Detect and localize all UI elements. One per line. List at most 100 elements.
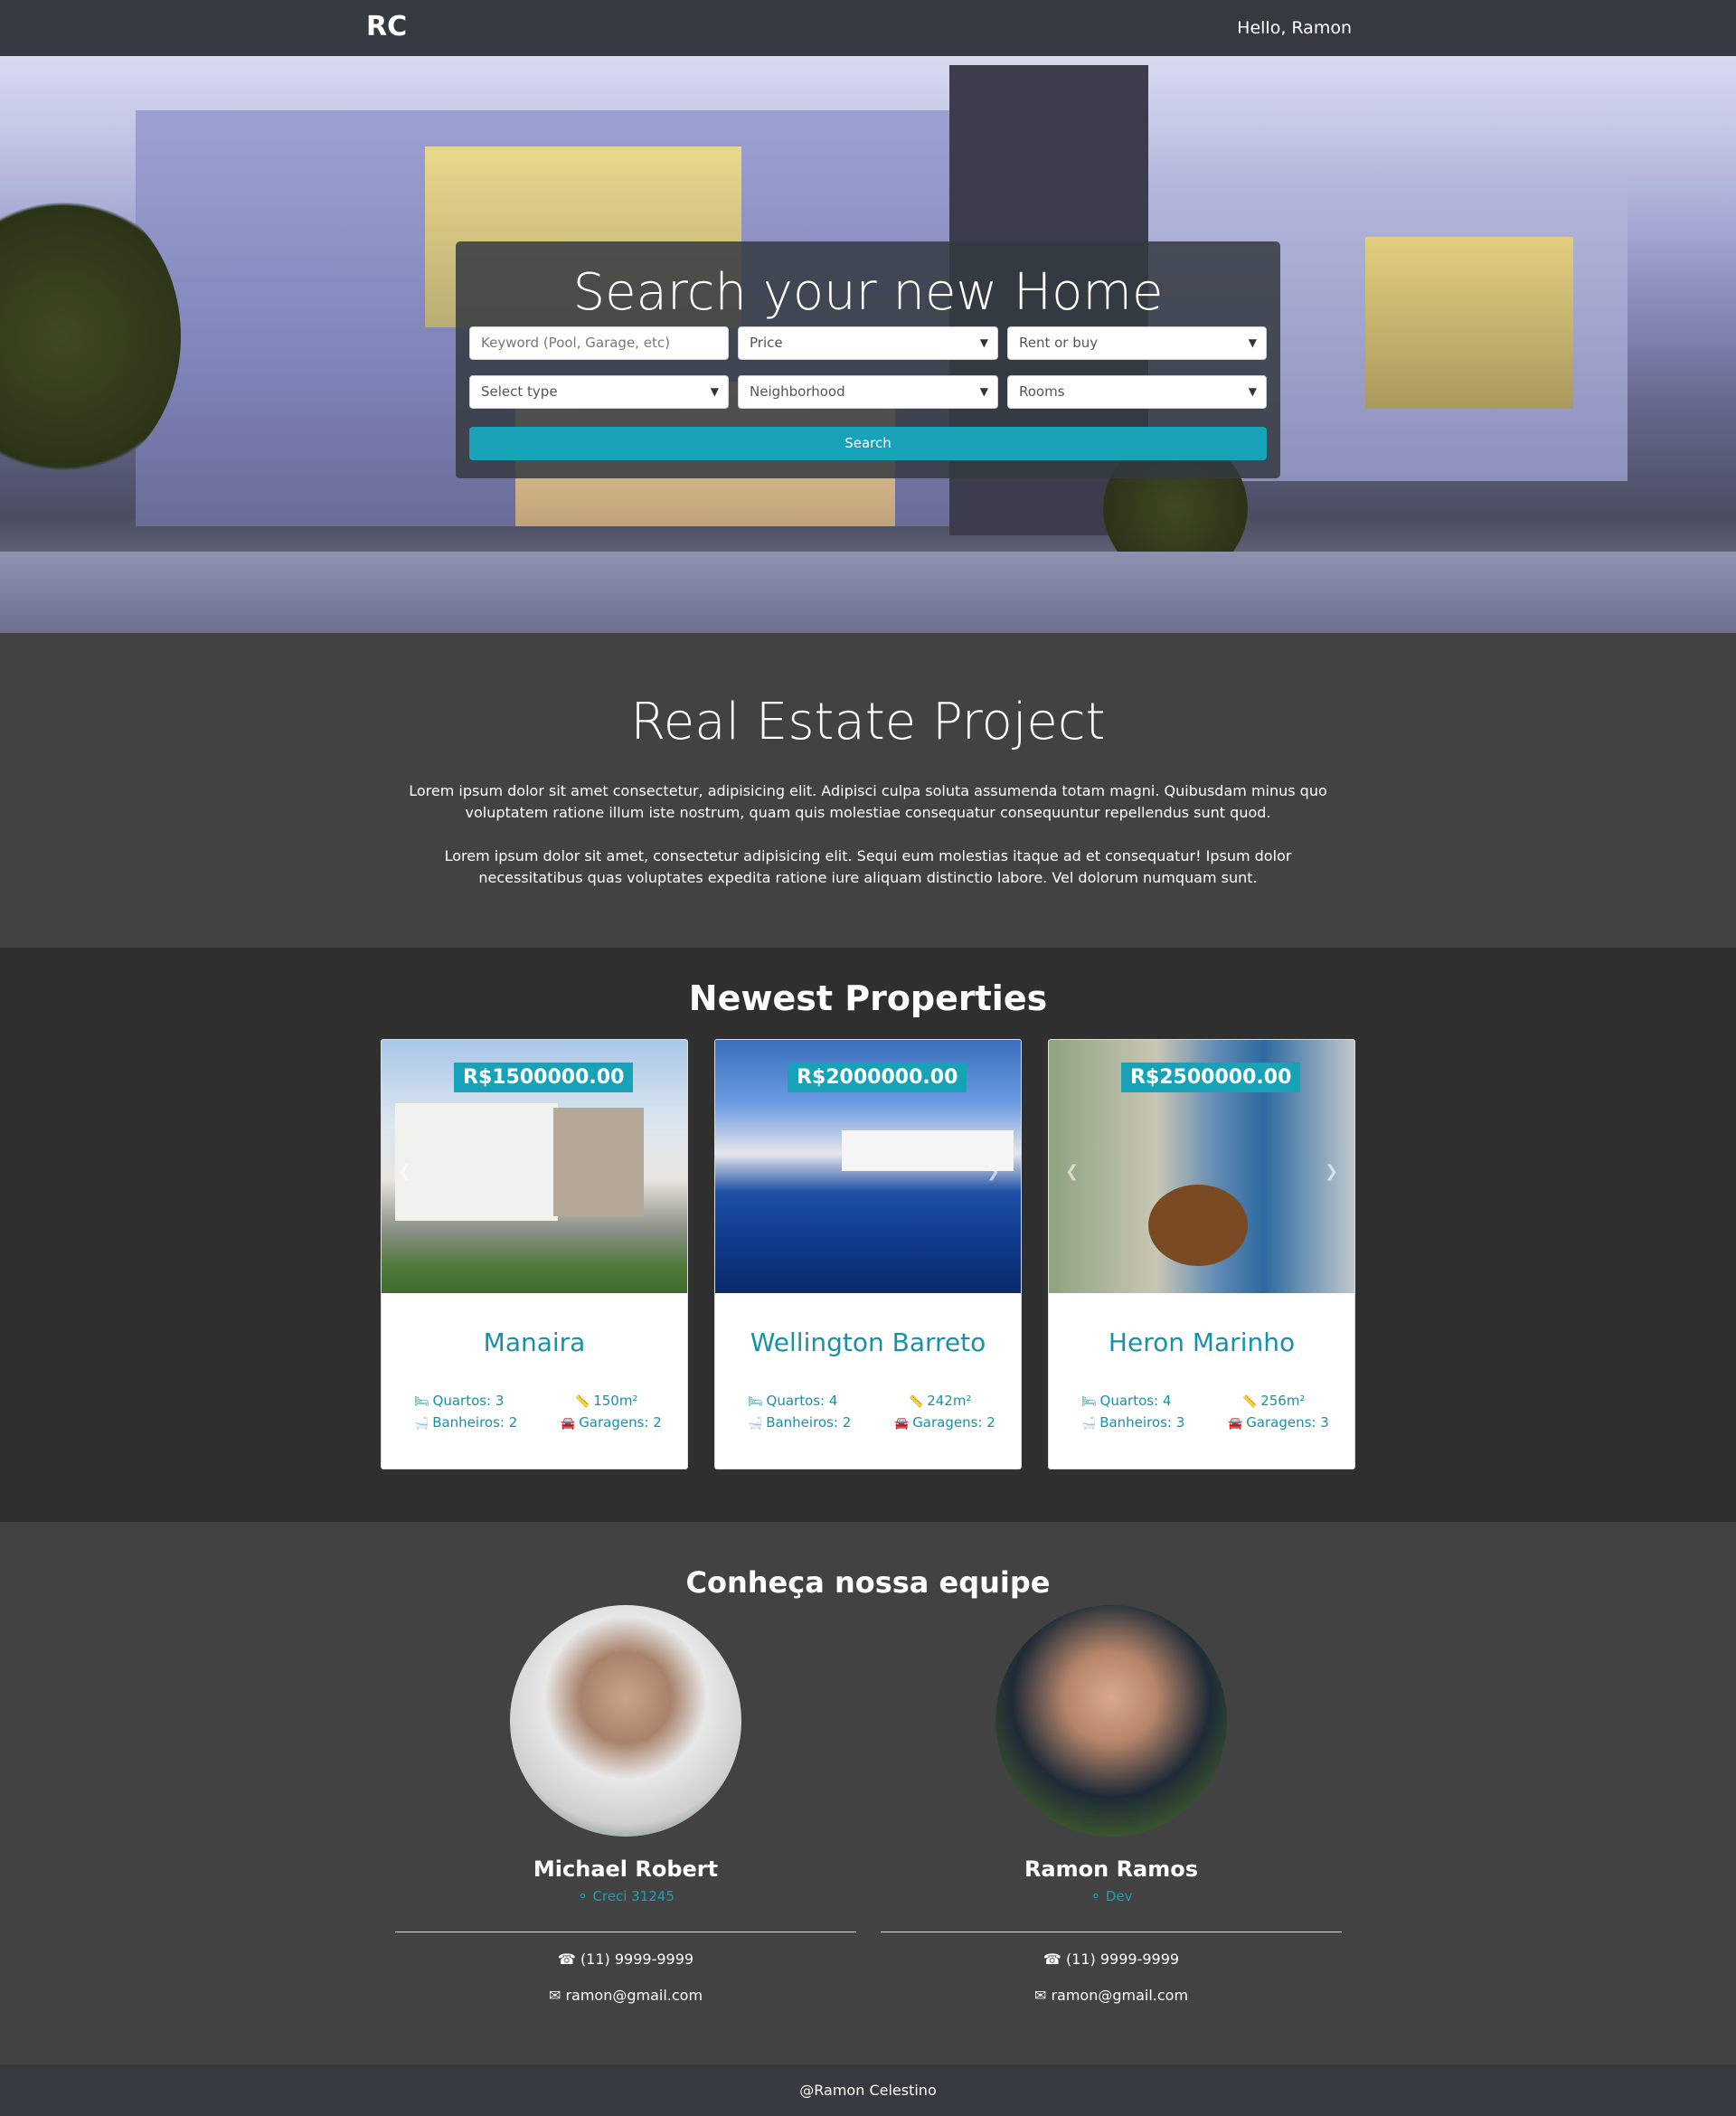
property-baths: 🛁 Banheiros: 3: [1081, 1414, 1184, 1431]
member-role: ⚬ Dev: [881, 1888, 1342, 1904]
footer: @Ramon Celestino: [0, 2064, 1736, 2116]
baths-label: Banheiros: 2: [766, 1414, 852, 1431]
member-email[interactable]: ✉ ramon@gmail.com: [395, 1987, 856, 2004]
house-window: [1365, 237, 1573, 409]
property-area: 📏 242m²: [909, 1393, 971, 1409]
bath-icon: 🛁: [748, 1417, 763, 1431]
member-phone[interactable]: ☎ (11) 9999-9999: [881, 1951, 1342, 1968]
member-role-label: Creci 31245: [592, 1888, 675, 1904]
type-select[interactable]: Select type ▼: [469, 375, 729, 409]
chevron-down-icon: ▼: [979, 336, 988, 349]
area-label: 150m²: [593, 1393, 638, 1409]
garages-label: Garagens: 2: [579, 1414, 662, 1431]
rent-or-buy-label: Rent or buy: [1019, 335, 1099, 351]
garages-label: Garagens: 2: [912, 1414, 995, 1431]
member-email-label: ramon@gmail.com: [1051, 1987, 1189, 2004]
rooms-select-label: Rooms: [1019, 383, 1065, 400]
baths-label: Banheiros: 2: [432, 1414, 518, 1431]
car-icon: 🚘: [561, 1417, 576, 1431]
rooms-select[interactable]: Rooms ▼: [1007, 375, 1267, 409]
about-section: Real Estate Project Lorem ipsum dolor si…: [0, 633, 1736, 948]
search-button[interactable]: Search: [469, 427, 1267, 460]
hero-banner: Search your new Home Keyword (Pool, Gara…: [0, 56, 1736, 633]
carousel-dot[interactable]: [1173, 1293, 1200, 1296]
search-title: Search your new Home: [572, 263, 1164, 322]
chevron-down-icon: ▼: [979, 385, 988, 398]
property-rooms: 🛏 Quartos: 4: [1081, 1393, 1171, 1409]
property-garages: 🚘 Garagens: 2: [561, 1414, 662, 1431]
member-name: Ramon Ramos: [1024, 1856, 1199, 1882]
bed-icon: 🛏: [748, 1395, 763, 1409]
property-garages: 🚘 Garagens: 3: [1228, 1414, 1329, 1431]
area-label: 242m²: [927, 1393, 972, 1409]
keyword-input[interactable]: Keyword (Pool, Garage, etc): [469, 326, 729, 360]
price-select[interactable]: Price ▼: [738, 326, 998, 360]
carousel-dot[interactable]: [901, 1293, 928, 1296]
photo-detail: [1148, 1185, 1248, 1266]
team-section: Conheça nossa equipe Michael Robert ⚬ Cr…: [0, 1522, 1736, 2064]
neighborhood-select[interactable]: Neighborhood ▼: [738, 375, 998, 409]
carousel-indicators[interactable]: [715, 1282, 1021, 1299]
team-member: Michael Robert ⚬ Creci 31245 ☎ (11) 9999…: [395, 1522, 856, 2064]
navbar: RC Hello, Ramon: [0, 0, 1736, 56]
ruler-icon: 📏: [1242, 1395, 1258, 1409]
member-phone[interactable]: ☎ (11) 9999-9999: [395, 1951, 856, 1968]
property-name[interactable]: Manaira: [382, 1327, 687, 1357]
carousel-dot[interactable]: [536, 1293, 563, 1296]
phone-icon: ☎: [1043, 1951, 1066, 1968]
carousel-dot[interactable]: [1203, 1293, 1231, 1296]
footer-credit: @Ramon Celestino: [799, 2082, 937, 2099]
carousel-next-icon[interactable]: ❯: [986, 1162, 1000, 1181]
member-email-label: ramon@gmail.com: [565, 1987, 703, 2004]
property-garages: 🚘 Garagens: 2: [894, 1414, 995, 1431]
carousel-prev-icon[interactable]: ❮: [1065, 1162, 1079, 1181]
avatar: [995, 1605, 1227, 1837]
neighborhood-select-label: Neighborhood: [750, 383, 845, 400]
properties-title: Newest Properties: [688, 978, 1048, 1018]
rent-or-buy-select[interactable]: Rent or buy ▼: [1007, 326, 1267, 360]
rooms-label: Quartos: 3: [432, 1393, 505, 1409]
properties-section: Newest Properties ❮ R$1500000.00 Manaira…: [0, 948, 1736, 1522]
carousel-next-icon[interactable]: ❯: [1325, 1162, 1338, 1181]
carousel-dot[interactable]: [808, 1293, 835, 1296]
about-paragraph-1: Lorem ipsum dolor sit amet consectetur, …: [409, 782, 1327, 821]
price-select-label: Price: [750, 335, 783, 351]
carousel-dot[interactable]: [1234, 1293, 1261, 1296]
ruler-icon: 📏: [575, 1395, 590, 1409]
member-email[interactable]: ✉ ramon@gmail.com: [881, 1987, 1342, 2004]
carousel-dot[interactable]: [839, 1293, 866, 1296]
carousel-dot[interactable]: [475, 1293, 502, 1296]
chevron-down-icon: ▼: [710, 385, 719, 398]
area-label: 256m²: [1260, 1393, 1306, 1409]
bath-icon: 🛁: [414, 1417, 429, 1431]
property-name[interactable]: Wellington Barreto: [715, 1327, 1021, 1357]
ground: [0, 552, 1736, 633]
carousel-dot[interactable]: [870, 1293, 897, 1296]
property-price: R$1500000.00: [454, 1063, 634, 1092]
about-title: Real Estate Project: [630, 693, 1106, 751]
rooms-label: Quartos: 4: [766, 1393, 838, 1409]
carousel-indicators[interactable]: [382, 1282, 687, 1299]
bath-icon: 🛁: [1081, 1417, 1097, 1431]
member-role-label: Dev: [1105, 1888, 1133, 1904]
property-card[interactable]: ❮ R$1500000.00 Manaira 🛏 Quartos: 3 📏 150m…: [381, 1039, 688, 1469]
carousel-dot[interactable]: [1142, 1293, 1169, 1296]
rooms-label: Quartos: 4: [1099, 1393, 1172, 1409]
property-card[interactable]: ❮ ❯ R$2500000.00 Heron Marinho 🛏 Quartos:…: [1048, 1039, 1355, 1469]
brand-logo[interactable]: RC: [366, 11, 407, 43]
carousel-prev-icon[interactable]: ❮: [398, 1162, 411, 1181]
member-phone-label: (11) 9999-9999: [580, 1951, 694, 1968]
user-greeting[interactable]: Hello, Ramon: [1237, 18, 1352, 38]
property-name[interactable]: Heron Marinho: [1049, 1327, 1354, 1357]
ruler-icon: 📏: [909, 1395, 924, 1409]
property-card[interactable]: ❯ R$2000000.00 Wellington Barreto 🛏 Quart…: [714, 1039, 1022, 1469]
property-rooms: 🛏 Quartos: 4: [748, 1393, 837, 1409]
member-role: ⚬ Creci 31245: [395, 1888, 856, 1904]
car-icon: 🚘: [1228, 1417, 1243, 1431]
envelope-icon: ✉: [1033, 1987, 1052, 2004]
carousel-dot[interactable]: [567, 1293, 594, 1296]
envelope-icon: ✉: [548, 1987, 566, 2004]
carousel-indicators[interactable]: [1049, 1282, 1354, 1299]
carousel-dot[interactable]: [505, 1293, 533, 1296]
team-title: Conheça nossa equipe: [685, 1565, 1051, 1600]
